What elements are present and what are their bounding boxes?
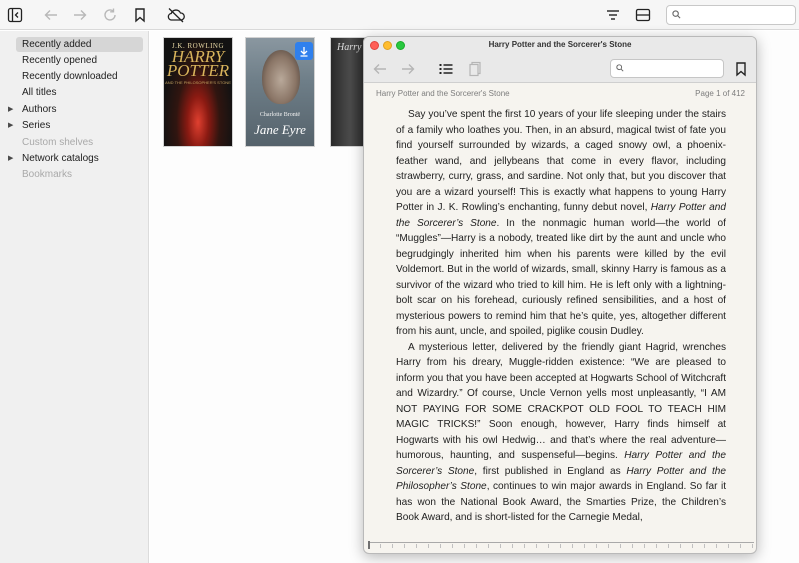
page-header: Harry Potter and the Sorcerer's Stone Pa… (376, 89, 745, 101)
library-search-field[interactable] (666, 5, 796, 25)
sidebar: Recently added Recently opened Recently … (0, 31, 149, 563)
sidebar-item-recently-opened[interactable]: Recently opened (16, 53, 143, 68)
sidebar-item-network-catalogs[interactable]: Network catalogs (16, 151, 143, 166)
sidebar-item-custom-shelves: Custom shelves (22, 137, 94, 148)
table-of-contents-icon[interactable] (436, 59, 456, 79)
sidebar-item-authors[interactable]: Authors (16, 102, 143, 117)
reload-icon[interactable] (100, 5, 120, 25)
cover-subtitle: AND THE PHILOSOPHER'S STONE (165, 80, 231, 85)
back-arrow-icon[interactable] (41, 5, 61, 25)
page-scrubber[interactable] (368, 541, 754, 550)
forward-arrow-icon[interactable] (70, 5, 90, 25)
sidebar-item-recently-added[interactable]: Recently added (16, 37, 143, 52)
book-cover[interactable]: J.K. ROWLING HARRY POTTER AND THE PHILOS… (163, 37, 233, 147)
reader-search-field[interactable] (610, 59, 724, 78)
disclosure-triangle-icon[interactable]: ▶ (8, 151, 14, 166)
sidebar-item-bookmarks: Bookmarks (22, 169, 73, 180)
reader-titlebar: Harry Potter and the Sorcerer's Stone (364, 37, 756, 55)
reader-search-input[interactable] (628, 61, 720, 76)
scrubber-ticks (368, 544, 754, 548)
back-arrow-icon[interactable] (370, 59, 390, 79)
scrubber-knob[interactable] (368, 541, 370, 549)
page-text: Say you’ve spent the first 10 years of y… (396, 107, 726, 545)
cover-title: Harry (337, 42, 362, 53)
forward-arrow-icon[interactable] (398, 59, 418, 79)
paragraph: A mysterious letter, delivered by the fr… (396, 341, 726, 524)
cover-title: Jane Eyre (254, 122, 306, 137)
cloud-off-icon[interactable] (166, 5, 186, 25)
sidebar-item-series[interactable]: Series (16, 118, 143, 133)
pages-icon[interactable] (465, 59, 485, 79)
sort-icon[interactable] (603, 5, 623, 25)
paragraph: Say you’ve spent the first 10 years of y… (396, 109, 726, 337)
reader-window: Harry Potter and the Sorcerer's Stone Ha… (363, 36, 757, 554)
download-icon[interactable] (295, 42, 313, 60)
cover-author: Charlotte Brontë (259, 112, 301, 118)
sidebar-item-recently-downloaded[interactable]: Recently downloaded (16, 69, 143, 84)
reader-toolbar (364, 55, 756, 83)
search-icon (616, 64, 624, 72)
cover-title: HARRY POTTER (166, 47, 230, 80)
bookmark-icon[interactable] (130, 5, 150, 25)
layout-icon[interactable] (633, 5, 653, 25)
reader-window-title: Harry Potter and the Sorcerer's Stone (488, 40, 632, 49)
sidebar-item-all-titles[interactable]: All titles (16, 85, 143, 100)
disclosure-triangle-icon[interactable]: ▶ (8, 102, 14, 117)
search-icon (672, 10, 681, 19)
book-cover[interactable]: Charlotte Brontë Jane Eyre (245, 37, 315, 147)
sidebar-toggle-icon[interactable] (5, 5, 25, 25)
main-toolbar (0, 0, 799, 30)
page-indicator: Page 1 of 412 (695, 89, 745, 98)
bookmark-icon[interactable] (731, 59, 751, 79)
library-search-input[interactable] (685, 7, 791, 23)
running-header-title: Harry Potter and the Sorcerer's Stone (376, 89, 510, 98)
disclosure-triangle-icon[interactable]: ▶ (8, 118, 14, 133)
